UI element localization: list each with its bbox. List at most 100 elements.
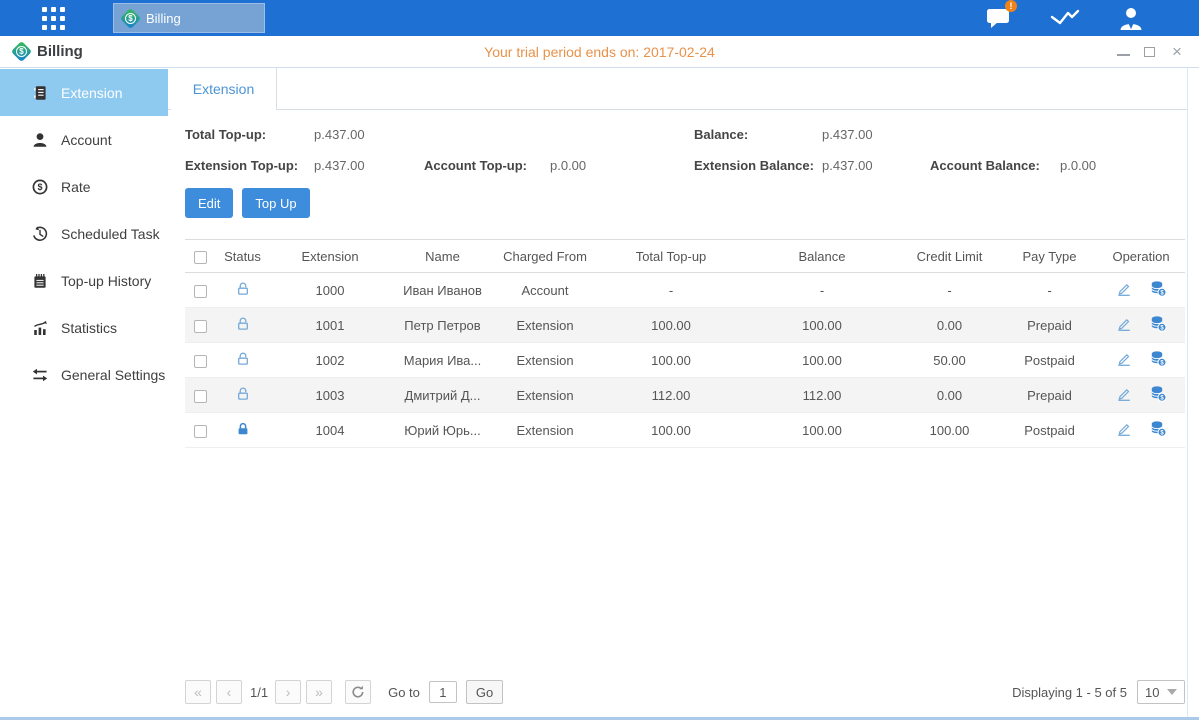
taskbar-item-billing[interactable]: $ Billing	[113, 3, 265, 33]
cell-pay-type: Postpaid	[1002, 343, 1097, 378]
cell-pay-type: -	[1002, 273, 1097, 308]
window-content: Extension Account $ Rate	[0, 68, 1199, 719]
apps-grid-glyph	[42, 7, 65, 30]
cell-balance: -	[747, 273, 897, 308]
apps-grid-icon[interactable]	[35, 4, 71, 32]
sidebar-item-account[interactable]: Account	[0, 116, 168, 163]
go-button[interactable]: Go	[466, 680, 503, 704]
user-icon[interactable]	[1115, 4, 1147, 32]
unlocked-icon	[235, 281, 251, 297]
total-topup-value: p.437.00	[314, 127, 424, 142]
cell-credit-limit: 50.00	[897, 343, 1002, 378]
edit-row-icon[interactable]	[1115, 281, 1133, 297]
table-header-row: Status Extension Name Charged From Total…	[185, 240, 1185, 273]
row-checkbox[interactable]	[194, 355, 207, 368]
topup-row-icon[interactable]: $	[1149, 420, 1167, 437]
scrollbar-track	[1187, 68, 1199, 717]
cell-credit-limit: 0.00	[897, 308, 1002, 343]
window-titlebar: $ Billing Your trial period ends on: 201…	[0, 36, 1199, 68]
table-row: 1000 Иван Иванов Account - - - - $	[185, 273, 1185, 308]
cell-charged-from: Extension	[495, 308, 595, 343]
edit-row-icon[interactable]	[1115, 421, 1133, 437]
cell-name: Юрий Юрь...	[390, 413, 495, 448]
cell-name: Дмитрий Д...	[390, 378, 495, 413]
next-page-button[interactable]: ›	[275, 680, 301, 704]
row-checkbox[interactable]	[194, 425, 207, 438]
edit-row-icon[interactable]	[1115, 386, 1133, 402]
cell-extension: 1004	[270, 413, 390, 448]
refresh-button[interactable]	[345, 680, 371, 704]
extension-topup-value: p.437.00	[314, 158, 424, 173]
bar-chart-icon	[32, 320, 48, 336]
topup-row-icon[interactable]: $	[1149, 315, 1167, 332]
cell-name: Петр Петров	[390, 308, 495, 343]
message-icon[interactable]: !	[983, 4, 1015, 32]
cell-extension: 1002	[270, 343, 390, 378]
window-controls: ×	[1117, 45, 1185, 59]
cell-name: Иван Иванов	[390, 273, 495, 308]
goto-page-input[interactable]	[429, 681, 457, 703]
tab-bar: Extension	[168, 68, 1199, 110]
extension-table-wrap: Status Extension Name Charged From Total…	[185, 239, 1185, 448]
total-topup-label: Total Top-up:	[185, 127, 314, 142]
extension-table: Status Extension Name Charged From Total…	[185, 239, 1185, 448]
sidebar: Extension Account $ Rate	[0, 68, 168, 719]
sidebar-item-statistics[interactable]: Statistics	[0, 304, 168, 351]
edit-row-icon[interactable]	[1115, 351, 1133, 367]
window-title: Billing	[37, 43, 83, 60]
table-row: 1004 Юрий Юрь... Extension 100.00 100.00…	[185, 413, 1185, 448]
displaying-text: Displaying 1 - 5 of 5	[1012, 685, 1127, 700]
row-checkbox[interactable]	[194, 320, 207, 333]
cell-extension: 1001	[270, 308, 390, 343]
cell-balance: 100.00	[747, 343, 897, 378]
cell-pay-type: Postpaid	[1002, 413, 1097, 448]
first-page-button[interactable]: «	[185, 680, 211, 704]
edit-row-icon[interactable]	[1115, 316, 1133, 332]
sidebar-item-rate[interactable]: $ Rate	[0, 163, 168, 210]
col-balance: Balance	[747, 240, 897, 273]
cell-total-topup: 112.00	[595, 378, 747, 413]
row-checkbox[interactable]	[194, 390, 207, 403]
col-pay-type: Pay Type	[1002, 240, 1097, 273]
notebook-icon	[32, 273, 48, 289]
account-balance-value: p.0.00	[1060, 158, 1185, 173]
row-checkbox[interactable]	[194, 285, 207, 298]
last-page-button[interactable]: »	[306, 680, 332, 704]
sidebar-item-label: Account	[61, 132, 112, 148]
col-status: Status	[215, 240, 270, 273]
topup-row-icon[interactable]: $	[1149, 385, 1167, 402]
page-size-select[interactable]: 10	[1137, 680, 1185, 704]
notification-badge: !	[1005, 0, 1017, 12]
prev-page-button[interactable]: ‹	[216, 680, 242, 704]
cell-total-topup: 100.00	[595, 343, 747, 378]
chevron-down-icon	[1167, 689, 1177, 695]
trial-notice: Your trial period ends on: 2017-02-24	[0, 44, 1199, 60]
sidebar-item-scheduled-task[interactable]: Scheduled Task	[0, 210, 168, 257]
topup-row-icon[interactable]: $	[1149, 280, 1167, 297]
cell-balance: 112.00	[747, 378, 897, 413]
col-operation: Operation	[1097, 240, 1185, 273]
cell-pay-type: Prepaid	[1002, 378, 1097, 413]
tab-extension[interactable]: Extension	[171, 68, 277, 110]
resource-monitor-icon[interactable]	[1049, 4, 1081, 32]
cell-charged-from: Extension	[495, 378, 595, 413]
top-up-button[interactable]: Top Up	[242, 188, 309, 218]
table-row: 1003 Дмитрий Д... Extension 112.00 112.0…	[185, 378, 1185, 413]
sidebar-item-label: Extension	[61, 85, 122, 101]
select-all-checkbox[interactable]	[194, 251, 207, 264]
sidebar-item-general-settings[interactable]: General Settings	[0, 351, 168, 398]
extension-topup-label: Extension Top-up:	[185, 158, 314, 173]
sidebar-item-extension[interactable]: Extension	[0, 69, 168, 116]
maximize-icon[interactable]	[1144, 47, 1155, 57]
sidebar-item-label: Scheduled Task	[61, 226, 160, 242]
unlocked-icon	[235, 351, 251, 367]
col-extension: Extension	[270, 240, 390, 273]
topup-row-icon[interactable]: $	[1149, 350, 1167, 367]
close-icon[interactable]: ×	[1169, 45, 1185, 59]
col-name: Name	[390, 240, 495, 273]
sidebar-item-topup-history[interactable]: Top-up History	[0, 257, 168, 304]
edit-button[interactable]: Edit	[185, 188, 233, 218]
pagination-summary: Displaying 1 - 5 of 5 10	[1012, 680, 1185, 704]
minimize-icon[interactable]	[1117, 48, 1130, 56]
svg-text:$: $	[37, 182, 42, 192]
